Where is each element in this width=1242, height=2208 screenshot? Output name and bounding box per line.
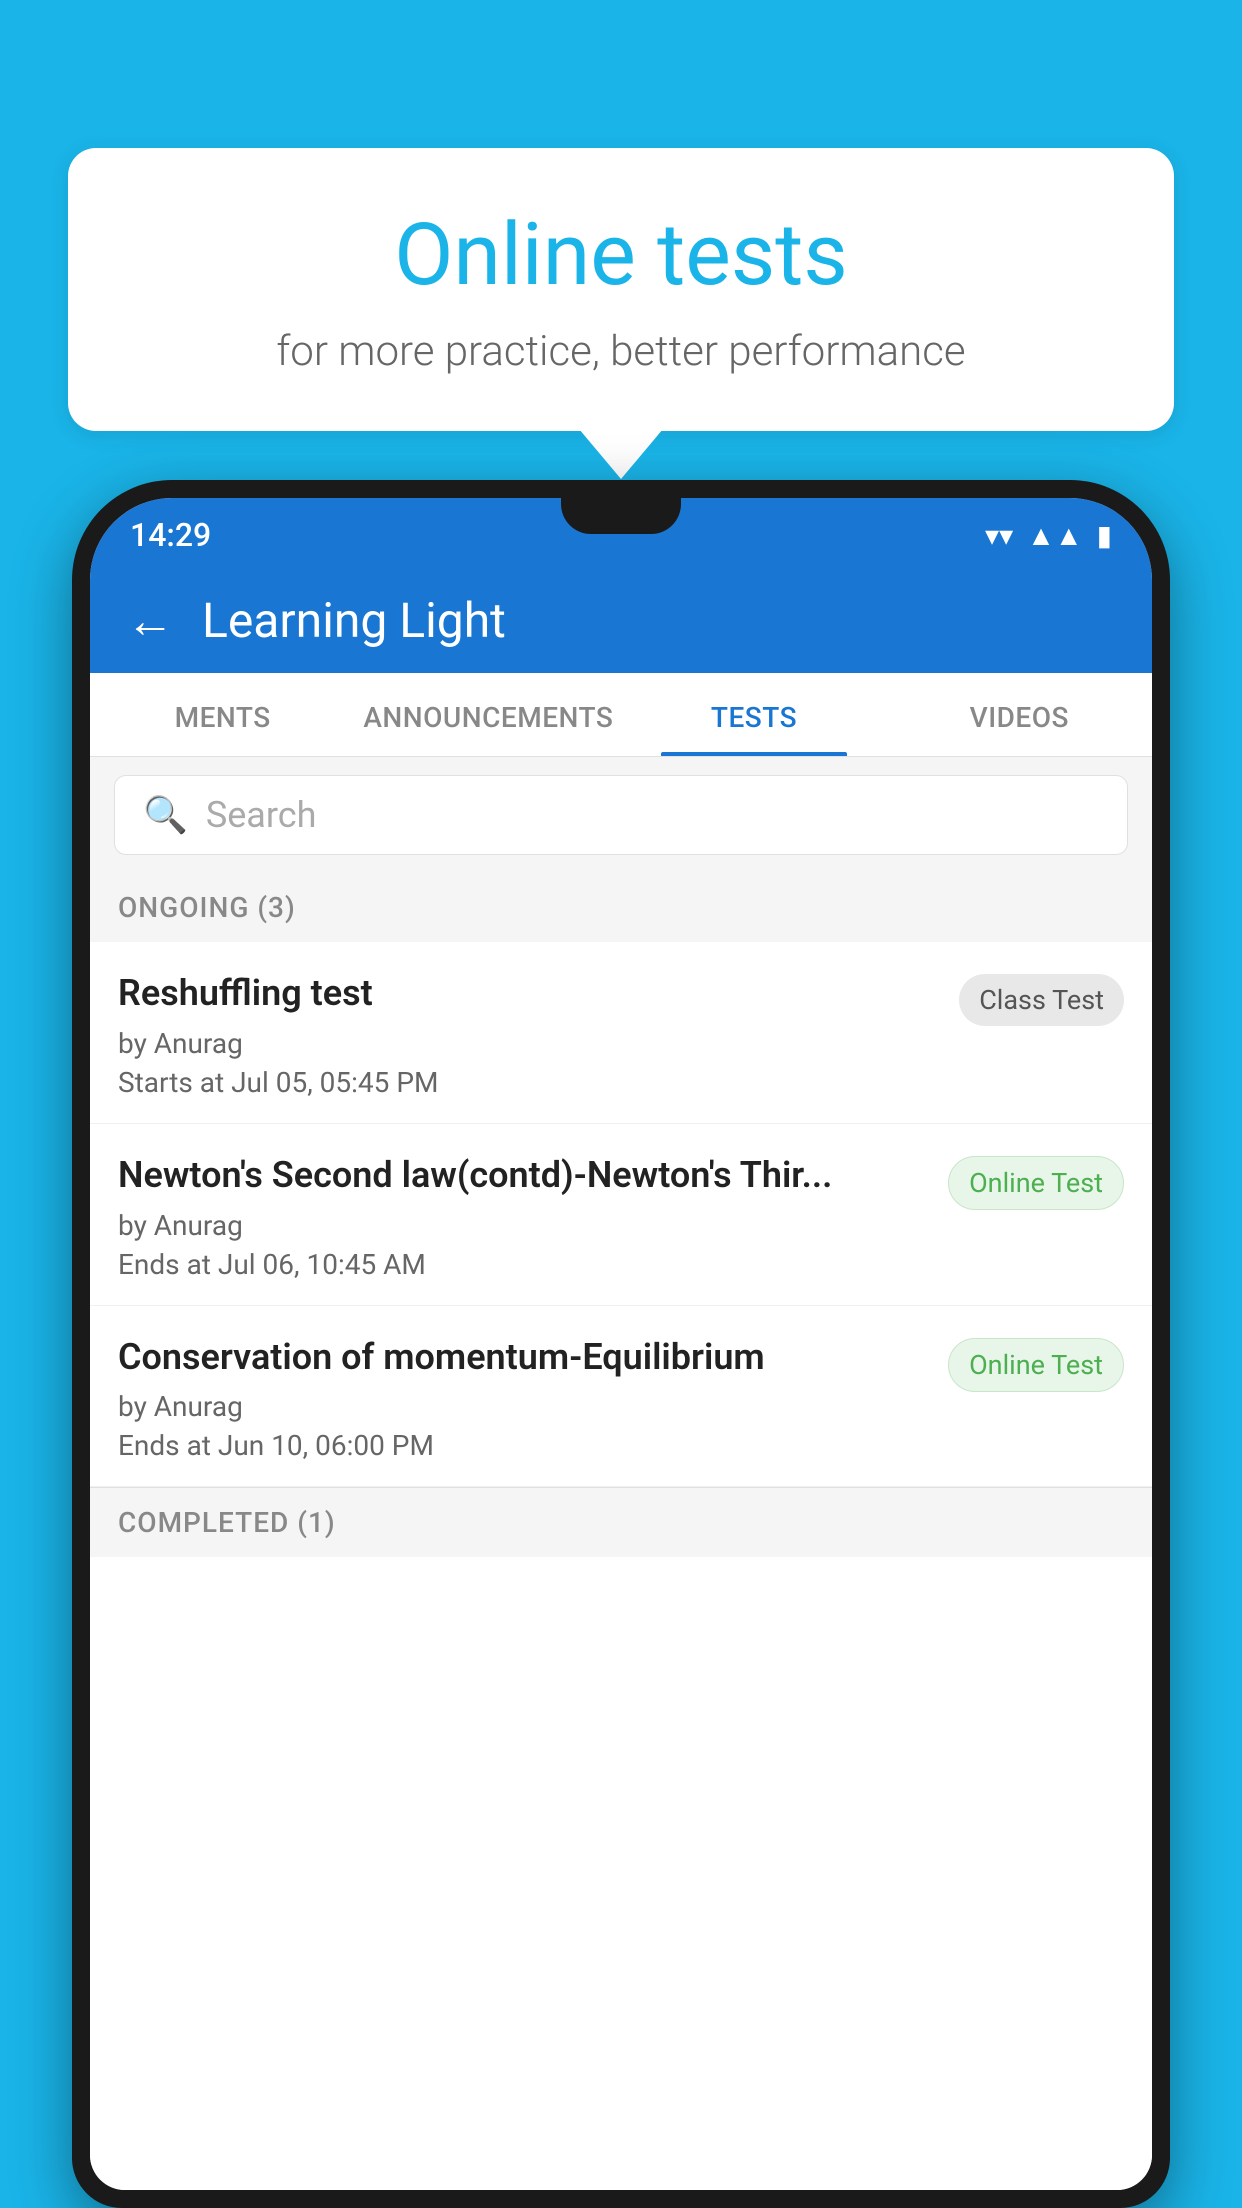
test-date-1: Starts at Jul 05, 05:45 PM bbox=[118, 1066, 939, 1099]
app-title: Learning Light bbox=[202, 592, 506, 649]
search-placeholder: Search bbox=[206, 794, 317, 836]
test-info-3: Conservation of momentum-Equilibrium by … bbox=[118, 1334, 948, 1463]
ongoing-section-header: ONGOING (3) bbox=[90, 873, 1152, 942]
test-date-3: Ends at Jun 10, 06:00 PM bbox=[118, 1429, 928, 1462]
back-button[interactable]: ← bbox=[126, 592, 174, 649]
test-info-2: Newton's Second law(contd)-Newton's Thir… bbox=[118, 1152, 948, 1281]
phone-frame: 14:29 ▾▾ ▲▲ ▮ ← Learning Light MENTS ANN… bbox=[72, 480, 1170, 2208]
app-bar: ← Learning Light bbox=[90, 568, 1152, 673]
bubble-subtitle: for more practice, better performance bbox=[128, 327, 1114, 376]
status-time: 14:29 bbox=[130, 516, 211, 554]
test-by-1: by Anurag bbox=[118, 1027, 939, 1060]
search-bar[interactable]: 🔍 Search bbox=[114, 775, 1128, 855]
test-badge-1: Class Test bbox=[959, 974, 1124, 1026]
battery-icon: ▮ bbox=[1097, 519, 1112, 552]
tab-ments[interactable]: MENTS bbox=[90, 673, 355, 756]
tab-announcements[interactable]: ANNOUNCEMENTS bbox=[355, 673, 621, 756]
test-info-1: Reshuffling test by Anurag Starts at Jul… bbox=[118, 970, 959, 1099]
tab-tests[interactable]: TESTS bbox=[621, 673, 886, 756]
test-by-2: by Anurag bbox=[118, 1209, 928, 1242]
search-icon: 🔍 bbox=[143, 794, 188, 836]
phone-notch bbox=[561, 498, 681, 534]
test-date-2: Ends at Jul 06, 10:45 AM bbox=[118, 1248, 928, 1281]
test-name-1: Reshuffling test bbox=[118, 970, 939, 1017]
test-item-1[interactable]: Reshuffling test by Anurag Starts at Jul… bbox=[90, 942, 1152, 1124]
search-container: 🔍 Search bbox=[90, 757, 1152, 873]
wifi-icon: ▾▾ bbox=[985, 519, 1013, 552]
test-list: ONGOING (3) Reshuffling test by Anurag S… bbox=[90, 873, 1152, 2190]
test-item-2[interactable]: Newton's Second law(contd)-Newton's Thir… bbox=[90, 1124, 1152, 1306]
signal-icon: ▲▲ bbox=[1027, 519, 1082, 552]
phone-screen: 14:29 ▾▾ ▲▲ ▮ ← Learning Light MENTS ANN… bbox=[90, 498, 1152, 2190]
test-by-3: by Anurag bbox=[118, 1390, 928, 1423]
test-badge-3: Online Test bbox=[948, 1338, 1124, 1392]
test-name-2: Newton's Second law(contd)-Newton's Thir… bbox=[118, 1152, 928, 1199]
completed-section-header: COMPLETED (1) bbox=[90, 1487, 1152, 1557]
test-item-3[interactable]: Conservation of momentum-Equilibrium by … bbox=[90, 1306, 1152, 1488]
speech-bubble: Online tests for more practice, better p… bbox=[68, 148, 1174, 431]
status-icons: ▾▾ ▲▲ ▮ bbox=[985, 519, 1112, 552]
tab-videos[interactable]: VIDEOS bbox=[887, 673, 1152, 756]
test-name-3: Conservation of momentum-Equilibrium bbox=[118, 1334, 928, 1381]
test-badge-2: Online Test bbox=[948, 1156, 1124, 1210]
tab-bar: MENTS ANNOUNCEMENTS TESTS VIDEOS bbox=[90, 673, 1152, 757]
bubble-title: Online tests bbox=[128, 208, 1114, 303]
